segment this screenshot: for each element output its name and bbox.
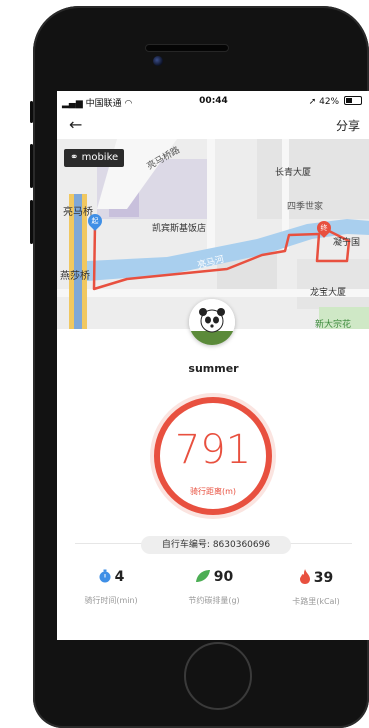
stat-calories-label: 卡路里(kCal)	[292, 597, 340, 606]
stopwatch-icon	[98, 569, 112, 587]
distance-label: 骑行距离(m)	[189, 487, 237, 496]
map-label-kempinski: 凯宾斯基饭店	[152, 224, 207, 234]
stat-calories: 39 卡路里(kCal)	[264, 569, 368, 607]
map-label-longbao: 龙宝大厦	[310, 288, 347, 298]
volume-up-button	[30, 144, 33, 188]
ring-circle: 791 骑行距离(m)	[154, 397, 272, 515]
stat-duration-label: 骑行时间(min)	[84, 596, 138, 605]
username: summer	[188, 362, 239, 375]
end-pin-icon[interactable]: 终	[314, 218, 334, 238]
stat-duration: 4 骑行时间(min)	[59, 569, 163, 606]
leaf-icon	[195, 569, 211, 587]
map-label-landmark: 凝宁国	[333, 238, 361, 248]
stat-carbon-label: 节约碳排量(g)	[188, 596, 240, 605]
ride-stats: 4 骑行时间(min) 90 节约碳排量(g) 39 卡路里(kCal)	[57, 569, 369, 619]
battery-percent: 42%	[319, 97, 340, 107]
mobike-brand-text: mobike	[81, 152, 119, 163]
front-camera	[153, 56, 163, 66]
end-pin-label: 终	[320, 224, 328, 232]
back-arrow-icon[interactable]: ←	[69, 115, 82, 134]
bike-icon: ⚭	[70, 152, 79, 163]
map-label-changqing: 长青大厦	[275, 168, 312, 178]
bike-number-badge: 自行车编号: 8630360696	[141, 536, 291, 554]
share-button[interactable]: 分享	[336, 117, 360, 134]
app-screen: ▂▄▆ 中国联通 ◠ 00:44 ➚ 42% ← 分享 ⚭ mobike 亮马桥…	[57, 91, 369, 640]
battery-info: ➚ 42%	[309, 96, 362, 107]
nav-bar: ← 分享	[57, 111, 369, 139]
distance-ring: 791 骑行距离(m)	[150, 393, 276, 519]
map-label-xindazonghua: 新大宗花	[315, 320, 352, 329]
stat-calories-value: 39	[313, 570, 334, 586]
battery-icon	[344, 96, 362, 105]
mobike-badge: ⚭ mobike	[64, 149, 125, 167]
location-arrow-icon: ➚	[308, 97, 317, 107]
home-button[interactable]	[184, 642, 252, 710]
status-bar: ▂▄▆ 中国联通 ◠ 00:44 ➚ 42%	[57, 91, 369, 111]
stat-carbon-value: 90	[213, 569, 234, 585]
panda-avatar-icon	[189, 299, 235, 345]
stat-duration-value: 4	[114, 569, 125, 585]
distance-value: 791	[174, 427, 252, 473]
mute-switch	[30, 101, 33, 123]
start-pin-label: 起	[91, 217, 99, 225]
earpiece-speaker	[145, 44, 229, 52]
start-pin-icon[interactable]: 起	[85, 211, 105, 231]
map-label-four-seasons: 四季世家	[287, 202, 324, 212]
flame-icon	[299, 569, 311, 588]
avatar[interactable]	[189, 299, 235, 345]
volume-down-button	[30, 200, 33, 244]
stat-carbon: 90 节约碳排量(g)	[162, 569, 266, 606]
map-label-yanshaqiao: 燕莎桥	[60, 271, 90, 282]
